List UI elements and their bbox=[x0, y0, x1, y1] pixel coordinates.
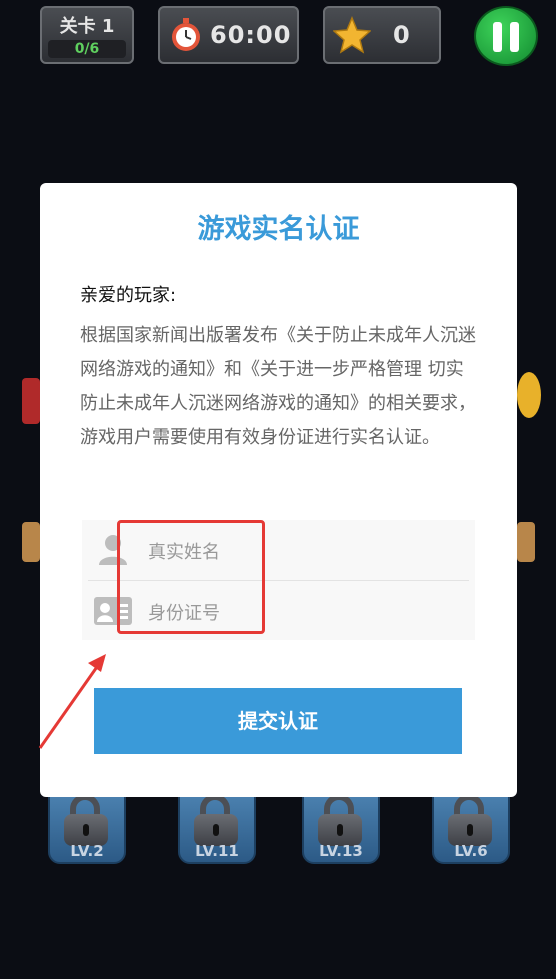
level-label: 关卡 1 bbox=[59, 16, 115, 37]
submit-verification-button[interactable]: 提交认证 bbox=[94, 688, 462, 754]
keyhole bbox=[337, 824, 343, 836]
pause-button[interactable] bbox=[474, 6, 538, 66]
wood-decoration-right bbox=[517, 522, 535, 562]
star-icon bbox=[333, 16, 371, 54]
pause-icon-bar bbox=[510, 22, 519, 52]
level-number: LV.11 bbox=[195, 842, 239, 860]
keyhole bbox=[83, 824, 89, 836]
notice-text: 根据国家新闻出版署发布《关于防止未成年人沉迷网络游戏的通知》和《关于进一步严格管… bbox=[80, 325, 476, 448]
dialog-title: 游戏实名认证 bbox=[197, 214, 360, 245]
red-decoration bbox=[22, 378, 40, 424]
pause-icon bbox=[493, 22, 502, 52]
annotation-highlight bbox=[117, 520, 265, 634]
wood-decoration-left bbox=[22, 522, 40, 562]
star-counter: 0 bbox=[323, 6, 441, 64]
level-number: LV.6 bbox=[454, 842, 488, 860]
greeting-text: 亲爱的玩家: bbox=[80, 285, 177, 306]
timer-value: 60:00 bbox=[210, 21, 292, 49]
keyhole bbox=[467, 824, 473, 836]
star-count: 0 bbox=[393, 21, 410, 49]
level-indicator: 关卡 1 0/6 bbox=[40, 6, 134, 64]
verification-dialog: 游戏实名认证 亲爱的玩家: 根据国家新闻出版署发布《关于防止未成年人沉迷网络游戏… bbox=[40, 183, 517, 797]
stopwatch-icon bbox=[172, 18, 200, 51]
level-progress: 0/6 bbox=[48, 40, 126, 58]
level-number: LV.13 bbox=[319, 842, 363, 860]
timer-display: 60:00 bbox=[158, 6, 299, 64]
flower-decoration bbox=[517, 372, 541, 418]
level-number: LV.2 bbox=[70, 842, 104, 860]
keyhole bbox=[213, 824, 219, 836]
